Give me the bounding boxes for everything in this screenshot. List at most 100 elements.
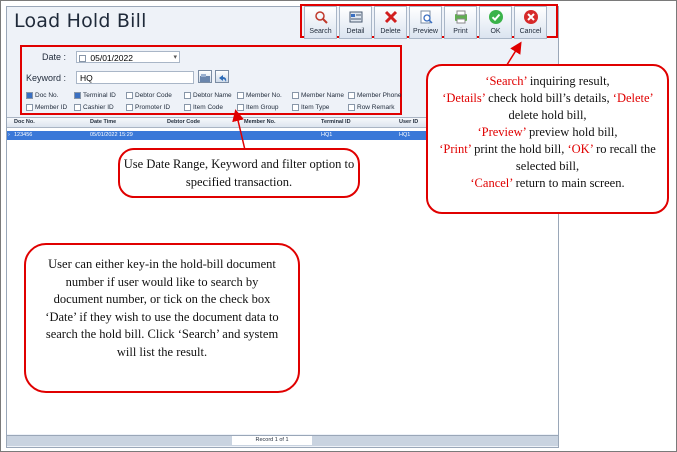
filter-option[interactable]: Terminal ID [74,92,116,99]
checkbox-icon[interactable] [126,104,133,111]
search-icon [314,11,328,24]
filter-option[interactable]: Debtor Code [126,92,172,99]
filter-panel: Date : 05/01/2022 ▾ Keyword : HQ Doc No.… [20,45,402,115]
preview-label: Preview [413,28,438,35]
cancel-desc: return to main screen. [512,176,625,190]
delete-desc: delete hold bill, [508,108,587,122]
filter-option-label: Member Name [301,92,344,99]
preview-button[interactable]: Preview [409,6,442,39]
filter-option[interactable]: Member No. [237,92,282,99]
checkbox-icon[interactable] [292,92,299,99]
reset-icon[interactable] [215,70,229,83]
keyword-label: Keyword : [26,73,67,83]
filter-option[interactable]: Member ID [26,104,67,111]
delete-icon [384,10,397,24]
filter-option[interactable]: Debtor Name [184,92,232,99]
ok-button[interactable]: OK [479,6,512,39]
filter-option[interactable]: Item Group [237,104,279,111]
filter-option-label: Row Remark [357,104,395,111]
record-counter: Record 1 of 1 [232,436,312,445]
detail-button[interactable]: Detail [339,6,372,39]
col-date-time[interactable]: Date Time [90,119,116,125]
ok-icon [488,10,503,24]
print-desc: print the hold bill, [470,142,568,156]
details-desc: check hold bill’s details, [485,91,613,105]
preview-term: ‘Preview’ [477,125,526,139]
search-term: ‘Search’ [485,74,527,88]
ok-term: ‘OK’ [567,142,593,156]
cancel-label: Cancel [519,28,542,35]
col-terminal-id[interactable]: Terminal ID [321,119,351,125]
cell-user-id: HQ1 [399,132,411,138]
filter-option[interactable]: Item Type [292,104,329,111]
date-checkbox[interactable] [79,55,88,63]
filter-option-label: Promoter ID [135,104,171,111]
checkbox-icon[interactable] [348,104,355,111]
filter-option-label: Doc No. [35,92,59,99]
checkbox-icon[interactable] [292,104,299,111]
col-user-id[interactable]: User ID [399,119,418,125]
filter-option[interactable]: Doc No. [26,92,58,99]
filter-option-label: Item Group [246,104,279,111]
cancel-button[interactable]: Cancel [514,6,547,39]
filter-option[interactable]: Member Phone [348,92,401,99]
search-button[interactable]: Search [304,6,337,39]
print-button[interactable]: Print [444,6,477,39]
calendar-dropdown-icon[interactable]: ▾ [173,52,177,64]
filter-callout: Use Date Range, Keyword and filter optio… [118,148,360,198]
checkbox-icon[interactable] [74,104,81,111]
cell-doc-no: 123456 [14,132,33,138]
cell-terminal-id: HQ1 [321,132,333,138]
checkbox-icon[interactable] [348,92,355,99]
delete-term: ‘Delete’ [612,91,653,105]
print-term: ‘Print’ [439,142,471,156]
checkbox-icon[interactable] [184,104,191,111]
col-debtor-code[interactable]: Debtor Code [167,119,200,125]
filter-option-label: Member Phone [357,92,402,99]
buttons-callout: ‘Search’ inquiring result, ‘Details’ che… [426,64,669,214]
date-value: 05/01/2022 [90,53,133,63]
cell-date-time: 05/01/2022 15:29 [90,132,133,138]
row-indicator-icon: › [8,132,10,138]
filter-option-label: Item Type [301,104,330,111]
keyword-input[interactable]: HQ [76,71,194,84]
checkbox-icon[interactable] [74,92,81,99]
window-title: Load Hold Bill [14,10,147,32]
checkbox-icon[interactable] [237,92,244,99]
filter-option-label: Debtor Code [135,92,172,99]
col-member-no[interactable]: Member No. [244,119,275,125]
detail-label: Detail [346,28,365,35]
filter-option-label: Item Code [193,104,223,111]
date-label: Date : [42,52,67,62]
date-picker[interactable]: 05/01/2022 ▾ [76,51,180,63]
browse-icon[interactable] [198,70,212,83]
search-desc: inquiring result, [526,74,610,88]
filter-option-label: Member No. [246,92,282,99]
delete-button[interactable]: Delete [374,6,407,39]
preview-desc: preview hold bill, [525,125,618,139]
delete-label: Delete [380,28,401,35]
search-label: Search [309,28,332,35]
filter-option[interactable]: Item Code [184,104,223,111]
filter-option[interactable]: Row Remark [348,104,395,111]
print-icon [454,10,467,24]
detail-icon [349,11,362,23]
filter-option[interactable]: Cashier ID [74,104,114,111]
checkbox-icon[interactable] [237,104,244,111]
search-callout: User can either key-in the hold-bill doc… [24,243,300,393]
filter-option-label: Debtor Name [193,92,232,99]
filter-option[interactable]: Promoter ID [126,104,170,111]
filter-option-label: Cashier ID [83,104,114,111]
status-bar: Record 1 of 1 [7,435,558,446]
preview-icon [420,10,433,24]
checkbox-icon[interactable] [184,92,191,99]
col-doc-no[interactable]: Doc No. [14,119,35,125]
filter-option-label: Member ID [35,104,68,111]
checkbox-icon[interactable] [26,92,33,99]
cancel-icon [523,10,538,24]
checkbox-icon[interactable] [126,92,133,99]
filter-option-label: Terminal ID [83,92,116,99]
filter-option[interactable]: Member Name [292,92,344,99]
checkbox-icon[interactable] [26,104,33,111]
print-label: Print [453,28,468,35]
